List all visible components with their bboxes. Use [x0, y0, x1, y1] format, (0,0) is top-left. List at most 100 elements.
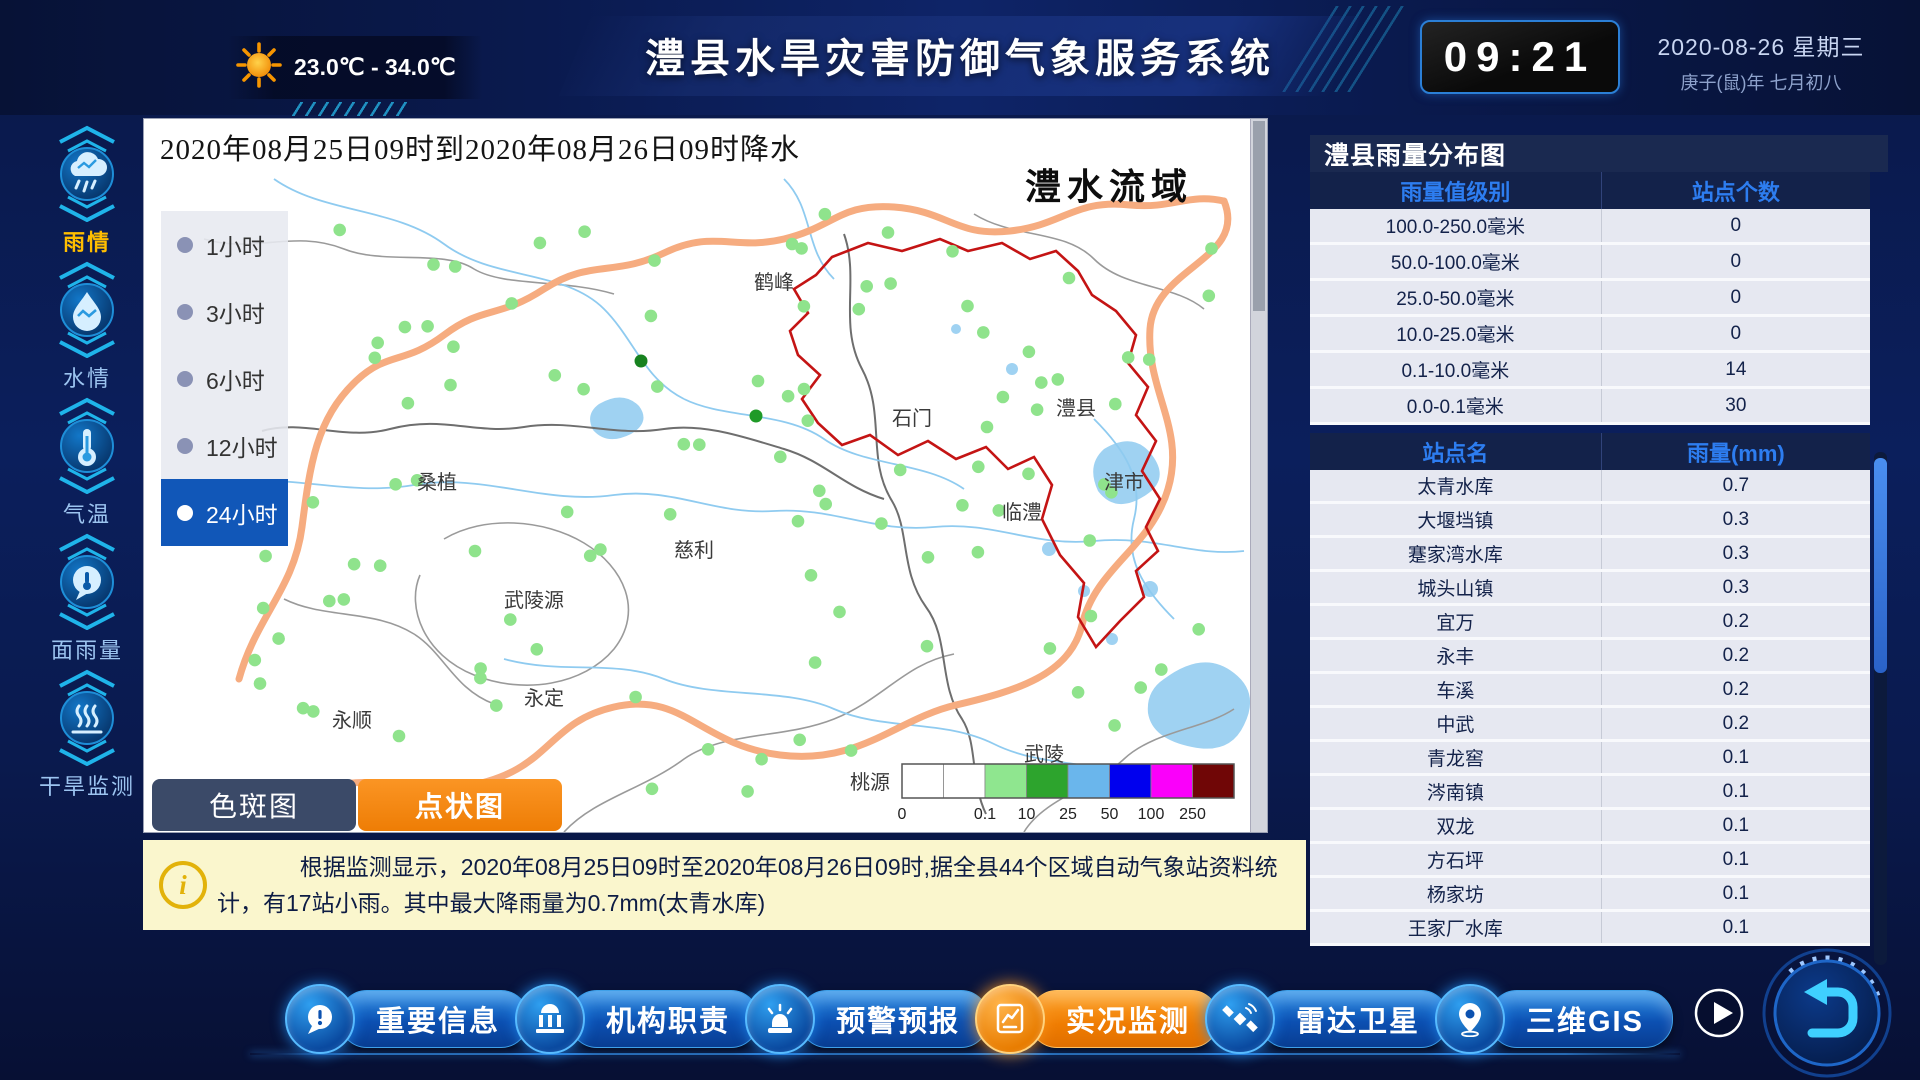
table-row: 100.0-250.0毫米0 [1310, 209, 1870, 245]
radio-icon [177, 237, 193, 253]
monitoring-summary-text: 根据监测显示，2020年08月25日09时至2020年08月26日09时,据全县… [217, 849, 1280, 922]
water-drop-icon [41, 345, 133, 362]
nav-3d-gis[interactable]: 三维GIS [1435, 984, 1673, 1054]
monitoring-summary-bar: i 根据监测显示，2020年08月25日09时至2020年08月26日09时,据… [143, 840, 1306, 930]
table-row: 25.0-50.0毫米0 [1310, 281, 1870, 317]
map-county-boundary [790, 239, 1160, 647]
table-row: 宜万0.2 [1310, 606, 1870, 640]
svg-text:250: 250 [1179, 806, 1206, 823]
sidebar-item-drought[interactable]: 干旱监测 [28, 666, 146, 801]
table-row: 双龙0.1 [1310, 810, 1870, 844]
precipitation-map[interactable]: 鹤峰 石门 澧县 津市 临澧 桑植 慈利 武陵源 永定 永顺 桃源 武陵 202… [143, 118, 1268, 833]
nav-live-monitoring[interactable]: 实况监测 [975, 984, 1219, 1054]
thermometer-icon [41, 481, 133, 498]
table-header: 雨量值级别 站点个数 [1310, 172, 1870, 209]
table-row: 中武0.2 [1310, 708, 1870, 742]
weather-widget: 23.0℃ - 34.0℃ [228, 36, 482, 99]
sun-icon [236, 42, 282, 93]
svg-text:25: 25 [1059, 806, 1077, 823]
sidebar-item-label: 干旱监测 [28, 769, 146, 801]
sidebar-item-water[interactable]: 水情 [28, 258, 146, 393]
drought-icon [41, 753, 133, 770]
table-row: 车溪0.2 [1310, 674, 1870, 708]
nav-radar-satellite[interactable]: 雷达卫星 [1205, 984, 1449, 1054]
svg-text:澧县: 澧县 [1056, 397, 1096, 420]
panel-title: 澧县雨量分布图 [1310, 135, 1888, 172]
monitor-chart-icon [975, 984, 1045, 1054]
svg-text:10: 10 [1018, 806, 1036, 823]
lunar-date-text: 庚子(鼠)年 七月初八 [1630, 69, 1892, 95]
sidebar-item-area-rainfall[interactable]: 面雨量 [28, 530, 146, 665]
return-home-button[interactable] [1760, 946, 1894, 1080]
table-row: 大堰垱镇0.3 [1310, 504, 1870, 538]
sidebar-item-label: 雨情 [28, 225, 146, 257]
svg-text:石门: 石门 [892, 407, 932, 430]
date-text: 2020-08-26 星期三 [1630, 28, 1892, 62]
location-pin-icon [1435, 984, 1505, 1054]
info-icon: i [159, 861, 207, 909]
rainfall-distribution-table: 雨量值级别 站点个数 100.0-250.0毫米0 50.0-100.0毫米0 … [1310, 172, 1870, 425]
svg-text:永顺: 永顺 [332, 709, 372, 732]
sidebar-item-temperature[interactable]: 气温 [28, 394, 146, 529]
svg-text:津市: 津市 [1104, 471, 1144, 494]
header-bar: 澧县水旱灾害防御气象服务系统 23.0℃ - 34.0℃ [0, 0, 1920, 115]
table-row: 10.0-25.0毫米0 [1310, 317, 1870, 353]
dot-map-button[interactable]: 点状图 [358, 779, 562, 831]
basin-label: 澧水流域 [1025, 167, 1193, 207]
map-scrollbar[interactable] [1250, 119, 1267, 832]
nav-warning-forecast[interactable]: 预警预报 [745, 984, 989, 1054]
table-row: 蹇家湾水库0.3 [1310, 538, 1870, 572]
station-dots [249, 208, 1218, 798]
satellite-icon [1205, 984, 1275, 1054]
svg-text:桑植: 桑植 [417, 471, 457, 494]
nav-important-info[interactable]: 重要信息 [285, 984, 529, 1054]
color-patch-map-button[interactable]: 色斑图 [152, 779, 356, 831]
digital-clock: 09:21 [1420, 20, 1620, 94]
table-row: 太青水库0.7 [1310, 470, 1870, 504]
svg-text:0.1: 0.1 [974, 806, 996, 823]
table-row: 0.1-10.0毫米14 [1310, 353, 1870, 389]
radio-icon [177, 505, 193, 521]
map-rivers [214, 179, 1244, 784]
map-canvas[interactable]: 鹤峰 石门 澧县 津市 临澧 桑植 慈利 武陵源 永定 永顺 桃源 武陵 202… [144, 119, 1252, 832]
table-row: 王家厂水库0.1 [1310, 912, 1870, 946]
sidebar-item-label: 面雨量 [28, 633, 146, 665]
time-option-12h[interactable]: 12小时 [161, 412, 288, 479]
time-option-24h[interactable]: 24小时 [161, 479, 288, 546]
radio-icon [177, 371, 193, 387]
rain-cloud-icon [41, 209, 133, 226]
svg-text:慈利: 慈利 [674, 539, 714, 562]
time-range-selector: 1小时 3小时 6小时 12小时 24小时 [161, 211, 288, 546]
svg-text:0: 0 [898, 806, 907, 823]
map-watershed-boundary [239, 199, 1228, 805]
svg-text:武陵源: 武陵源 [504, 589, 564, 612]
station-table-scrollbar[interactable] [1874, 452, 1887, 965]
table-row: 杨家坊0.1 [1310, 878, 1870, 912]
table-row: 涔南镇0.1 [1310, 776, 1870, 810]
time-option-1h[interactable]: 1小时 [161, 211, 288, 278]
map-legend: 0 0.1 10 25 50 100 250 [898, 764, 1234, 823]
time-option-6h[interactable]: 6小时 [161, 345, 288, 412]
page-title: 澧县水旱灾害防御气象服务系统 [645, 26, 1275, 84]
time-option-3h[interactable]: 3小时 [161, 278, 288, 345]
sidebar-item-rain[interactable]: 雨情 [28, 122, 146, 257]
svg-text:临澧: 临澧 [1002, 501, 1042, 524]
station-rainfall-table: 站点名 雨量(mm) 太青水库0.7 大堰垱镇0.3 蹇家湾水库0.3 城头山镇… [1310, 433, 1870, 946]
rainfall-panel: 澧县雨量分布图 雨量值级别 站点个数 100.0-250.0毫米0 50.0-1… [1310, 135, 1888, 946]
nav-institution-duty[interactable]: 机构职责 [515, 984, 759, 1054]
radio-icon [177, 304, 193, 320]
table-row: 城头山镇0.3 [1310, 572, 1870, 606]
nav-expand-button[interactable] [1693, 987, 1745, 1039]
table-row: 永丰0.2 [1310, 640, 1870, 674]
svg-text:鹤峰: 鹤峰 [754, 271, 794, 294]
alert-bubble-icon [285, 984, 355, 1054]
map-corner-decoration [288, 102, 415, 116]
table-header: 站点名 雨量(mm) [1310, 433, 1870, 470]
table-row: 50.0-100.0毫米0 [1310, 245, 1870, 281]
siren-icon [745, 984, 815, 1054]
table-row: 方石坪0.1 [1310, 844, 1870, 878]
institution-icon [515, 984, 585, 1054]
area-rainfall-icon [41, 617, 133, 634]
map-title: 2020年08月25日09时到2020年08月26日09时降水 [160, 133, 800, 166]
svg-text:100: 100 [1138, 806, 1165, 823]
